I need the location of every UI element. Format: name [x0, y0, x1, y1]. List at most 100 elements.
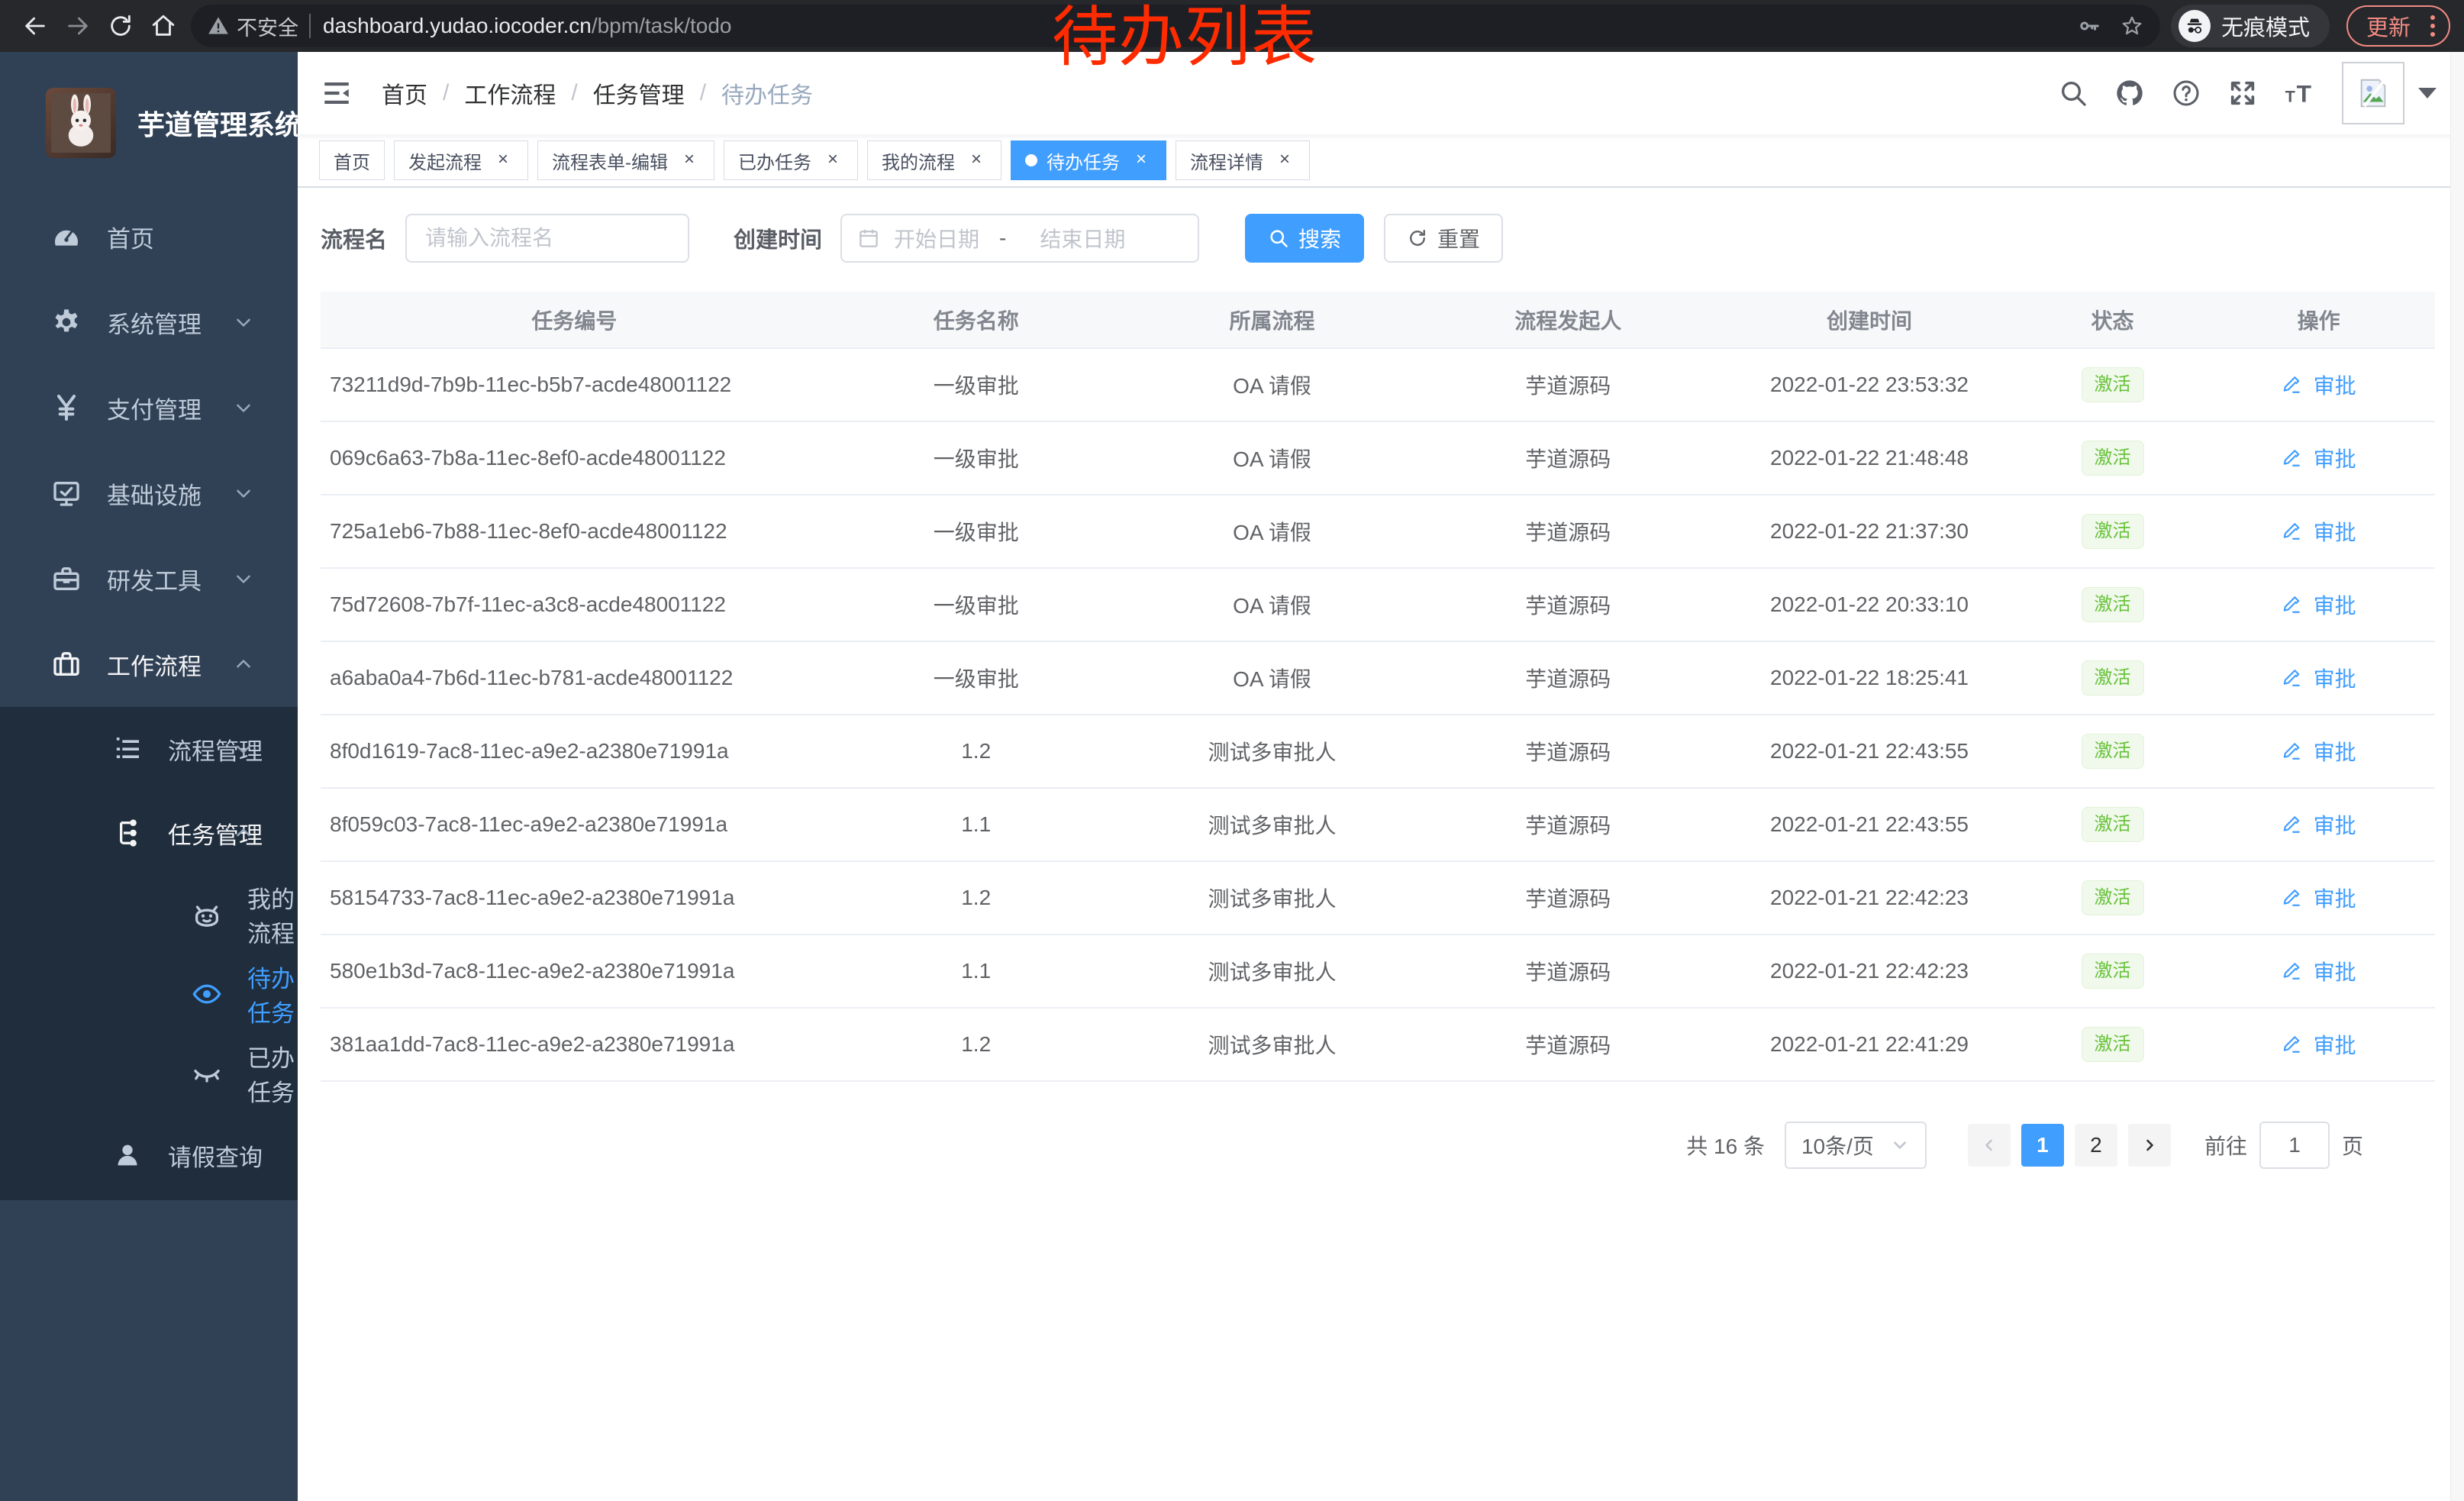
process-name-input[interactable]	[405, 214, 689, 263]
sidebar-item-基础设施[interactable]: 基础设施	[0, 450, 298, 536]
cell-created: 2022-01-22 18:25:41	[1716, 641, 2023, 715]
cell-created: 2022-01-21 22:42:23	[1716, 861, 2023, 934]
header-search-icon[interactable]	[2058, 78, 2088, 108]
approve-action-link[interactable]: 审批	[2282, 1029, 2356, 1060]
chevron-right-icon	[2140, 1136, 2159, 1154]
update-label[interactable]: 更新	[2366, 10, 2411, 42]
page-button-1[interactable]: 1	[2021, 1124, 2064, 1167]
sidebar-item-label: 我的流程	[247, 880, 298, 949]
cell-id: 580e1b3d-7ac8-11ec-a9e2-a2380e71991a	[321, 934, 828, 1008]
omnibox-divider	[309, 14, 311, 38]
tab-流程详情[interactable]: 流程详情×	[1176, 140, 1310, 180]
help-icon[interactable]	[2171, 78, 2201, 108]
tab-close-icon[interactable]: ×	[822, 150, 843, 171]
prev-page-button[interactable]	[1968, 1124, 2011, 1167]
sidebar-item-首页[interactable]: 首页	[0, 194, 298, 279]
cell-starter: 芋道源码	[1420, 568, 1716, 641]
tab-流程表单-编辑[interactable]: 流程表单-编辑×	[537, 140, 714, 180]
browser-menu-kebab-icon[interactable]	[2424, 15, 2441, 37]
bookmark-star-icon[interactable]	[2121, 15, 2143, 37]
sidebar-collapse-icon[interactable]	[321, 77, 353, 109]
fullscreen-icon[interactable]	[2227, 78, 2258, 108]
tab-我的流程[interactable]: 我的流程×	[867, 140, 1001, 180]
cell-name: 一级审批	[828, 568, 1124, 641]
security-label[interactable]: 不安全	[237, 11, 298, 41]
breadcrumb-separator: /	[571, 80, 577, 106]
breadcrumb-item-工作流程[interactable]: 工作流程	[464, 76, 556, 110]
approve-action-link[interactable]: 审批	[2282, 956, 2356, 986]
tab-close-icon[interactable]: ×	[492, 150, 514, 171]
sidebar-item-流程管理[interactable]: 流程管理	[0, 707, 298, 791]
calendar-icon	[857, 227, 880, 250]
sidebar-item-支付管理[interactable]: 支付管理	[0, 365, 298, 450]
chevron-down-icon	[232, 482, 255, 505]
font-size-icon[interactable]: TT	[2284, 78, 2314, 108]
edit-pen-icon	[2282, 961, 2308, 981]
approve-action-link[interactable]: 审批	[2282, 589, 2356, 620]
tab-close-icon[interactable]: ×	[1130, 150, 1152, 171]
browser-home-button[interactable]	[142, 5, 185, 47]
browser-forward-button[interactable]	[56, 5, 99, 47]
breadcrumb-item-首页[interactable]: 首页	[382, 76, 427, 110]
breadcrumb-item-任务管理[interactable]: 任务管理	[593, 76, 685, 110]
sidebar-item-label: 首页	[107, 220, 154, 254]
tab-待办任务[interactable]: 待办任务×	[1011, 140, 1166, 180]
sidebar-item-请假查询[interactable]: 请假查询	[0, 1113, 298, 1197]
approve-action-link[interactable]: 审批	[2282, 809, 2356, 840]
edit-pen-icon	[2282, 741, 2308, 761]
date-range-picker[interactable]: 开始日期 - 结束日期	[840, 214, 1199, 263]
edit-pen-icon	[2282, 448, 2308, 468]
approve-action-link[interactable]: 审批	[2282, 443, 2356, 473]
start-date-placeholder[interactable]: 开始日期	[894, 223, 979, 253]
refresh-icon	[1407, 228, 1428, 249]
approve-action-link[interactable]: 审批	[2282, 370, 2356, 400]
goto-page-input[interactable]	[2259, 1122, 2330, 1169]
sidebar-item-我的流程[interactable]: 我的流程	[0, 875, 298, 954]
sidebar-item-任务管理[interactable]: 任务管理	[0, 791, 298, 875]
tab-首页[interactable]: 首页	[319, 140, 385, 180]
tab-close-icon[interactable]: ×	[966, 150, 987, 171]
cell-name: 一级审批	[828, 495, 1124, 568]
page-size-select[interactable]: 10条/页	[1785, 1122, 1927, 1169]
user-avatar[interactable]	[2342, 62, 2404, 124]
search-button[interactable]: 搜索	[1245, 214, 1364, 263]
github-icon[interactable]	[2114, 78, 2145, 108]
cell-starter: 芋道源码	[1420, 1008, 1716, 1081]
sidebar-item-研发工具[interactable]: 研发工具	[0, 536, 298, 621]
tab-close-icon[interactable]: ×	[679, 150, 700, 171]
approve-action-link[interactable]: 审批	[2282, 883, 2356, 913]
sidebar-item-待办任务[interactable]: 待办任务	[0, 954, 298, 1034]
tab-已办任务[interactable]: 已办任务×	[724, 140, 858, 180]
list-icon	[111, 733, 144, 765]
cell-process: OA 请假	[1124, 641, 1421, 715]
password-key-icon[interactable]	[2078, 15, 2101, 37]
next-page-button[interactable]	[2128, 1124, 2171, 1167]
eye-icon	[191, 978, 223, 1010]
tab-发起流程[interactable]: 发起流程×	[394, 140, 528, 180]
app-title: 芋道管理系统	[137, 103, 302, 143]
browser-update-button[interactable]: 更新	[2346, 5, 2450, 47]
browser-reload-button[interactable]	[99, 5, 142, 47]
column-header-所属流程: 所属流程	[1124, 292, 1421, 348]
goto-label: 前往	[2204, 1130, 2247, 1160]
cell-id: 58154733-7ac8-11ec-a9e2-a2380e71991a	[321, 861, 828, 934]
reset-button[interactable]: 重置	[1384, 214, 1503, 263]
browser-back-button[interactable]	[14, 5, 56, 47]
page-button-2[interactable]: 2	[2075, 1124, 2117, 1167]
active-tab-dot	[1025, 154, 1037, 166]
sidebar-item-label: 支付管理	[107, 391, 202, 425]
not-secure-warning-icon[interactable]	[208, 15, 229, 37]
approve-action-link[interactable]: 审批	[2282, 663, 2356, 693]
status-badge: 激活	[2082, 441, 2144, 476]
cell-process: 测试多审批人	[1124, 1008, 1421, 1081]
end-date-placeholder[interactable]: 结束日期	[1040, 223, 1125, 253]
avatar-dropdown-caret-icon[interactable]	[2418, 88, 2437, 98]
sidebar-item-工作流程[interactable]: 工作流程	[0, 621, 298, 707]
tab-close-icon[interactable]: ×	[1274, 150, 1295, 171]
approve-action-link[interactable]: 审批	[2282, 736, 2356, 767]
sidebar-item-已办任务[interactable]: 已办任务	[0, 1034, 298, 1113]
approve-action-link[interactable]: 审批	[2282, 516, 2356, 547]
cell-created: 2022-01-22 23:53:32	[1716, 348, 2023, 421]
sidebar-item-系统管理[interactable]: 系统管理	[0, 279, 298, 365]
browser-scrollbar[interactable]	[2450, 52, 2464, 1501]
